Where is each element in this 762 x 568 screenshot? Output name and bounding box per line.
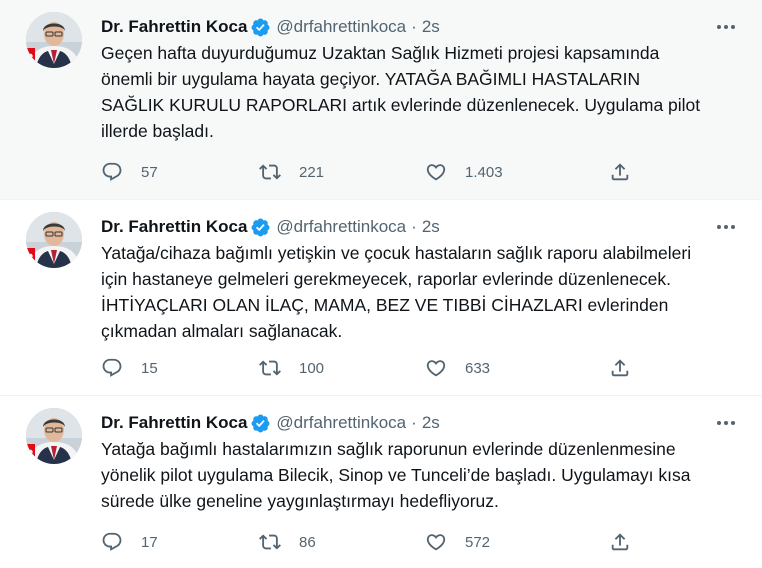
tweet-text-line: Yatağa/cihaza bağımlı yetişkin ve çocuk … [101, 243, 692, 263]
retweet-count: 86 [299, 533, 316, 551]
avatar[interactable] [26, 12, 82, 68]
share-button[interactable] [609, 159, 631, 185]
tweet-text-line: İHTİYAÇLARI OLAN İLAÇ, MAMA, BEZ VE TIBB… [101, 295, 669, 315]
like-icon [425, 357, 447, 379]
avatar[interactable] [26, 408, 82, 464]
author-name[interactable]: Dr. Fahrettin Koca [101, 16, 247, 38]
like-icon [425, 161, 447, 183]
author-handle[interactable]: @drfahrettinkoca [276, 216, 406, 238]
share-button[interactable] [609, 529, 631, 555]
verified-badge-icon [250, 413, 271, 434]
tweet-text-line: SAĞLIK KURULU RAPORLARI artık evlerinde … [101, 95, 701, 115]
reply-count: 57 [141, 163, 158, 181]
like-button[interactable]: 572 [425, 529, 490, 555]
timestamp[interactable]: 2s [422, 412, 440, 434]
tweet[interactable]: Dr. Fahrettin Koca @drfahrettinkoca · 2s… [0, 200, 762, 396]
tweet-header: Dr. Fahrettin Koca @drfahrettinkoca · 2s [101, 412, 440, 434]
verified-badge-icon [250, 217, 271, 238]
avatar[interactable] [26, 212, 82, 268]
like-icon [425, 531, 447, 553]
reply-icon [101, 531, 123, 553]
author-handle[interactable]: @drfahrettinkoca [276, 412, 406, 434]
retweet-button[interactable]: 221 [259, 159, 324, 185]
timestamp[interactable]: 2s [422, 16, 440, 38]
timestamp[interactable]: 2s [422, 216, 440, 238]
tweet-text-line: Geçen hafta duyurduğumuz Uzaktan Sağlık … [101, 43, 660, 63]
reply-count: 17 [141, 533, 158, 551]
reply-button[interactable]: 15 [101, 355, 158, 381]
verified-badge-icon [250, 17, 271, 38]
share-icon [609, 531, 631, 553]
reply-icon [101, 357, 123, 379]
tweet-text-line: çıkmadan almaları sağlanacak. [101, 321, 343, 341]
tweet-header: Dr. Fahrettin Koca @drfahrettinkoca · 2s [101, 16, 440, 38]
tweet-text-line: illerde başladı. [101, 121, 214, 141]
author-name[interactable]: Dr. Fahrettin Koca [101, 412, 247, 434]
tweet[interactable]: Dr. Fahrettin Koca @drfahrettinkoca · 2s… [0, 0, 762, 200]
retweet-button[interactable]: 86 [259, 529, 316, 555]
more-options-icon[interactable] [714, 414, 738, 432]
like-count: 1.403 [465, 163, 503, 181]
share-icon [609, 161, 631, 183]
action-bar: 15 100 633 [101, 355, 641, 381]
reply-button[interactable]: 17 [101, 529, 158, 555]
tweet-text-line: önemli bir uygulama hayata geçiyor. YATA… [101, 69, 641, 89]
tweet-text: Geçen hafta duyurduğumuz Uzaktan Sağlık … [101, 40, 741, 144]
reply-button[interactable]: 57 [101, 159, 158, 185]
separator: · [411, 217, 417, 236]
tweet-text-line: için hastaneye gelmeleri gerekmeyecek, r… [101, 269, 672, 289]
tweet-header: Dr. Fahrettin Koca @drfahrettinkoca · 2s [101, 216, 440, 238]
more-options-icon[interactable] [714, 218, 738, 236]
author-name[interactable]: Dr. Fahrettin Koca [101, 216, 247, 238]
like-button[interactable]: 633 [425, 355, 490, 381]
like-count: 633 [465, 359, 491, 377]
like-count: 572 [465, 533, 491, 551]
author-handle[interactable]: @drfahrettinkoca [276, 16, 406, 38]
tweet-text-line: yönelik pilot uygulama Bilecik, Sinop ve… [101, 465, 691, 485]
tweet-text: Yatağa bağımlı hastalarımızın sağlık rap… [101, 436, 741, 514]
more-options-icon[interactable] [714, 18, 738, 36]
tweet-text-line: Yatağa bağımlı hastalarımızın sağlık rap… [101, 439, 676, 459]
retweet-icon [259, 531, 281, 553]
separator: · [411, 17, 417, 36]
separator: · [411, 413, 417, 432]
tweet-text: Yatağa/cihaza bağımlı yetişkin ve çocuk … [101, 240, 741, 344]
tweet[interactable]: Dr. Fahrettin Koca @drfahrettinkoca · 2s… [0, 396, 762, 568]
reply-count: 15 [141, 359, 158, 377]
retweet-icon [259, 161, 281, 183]
action-bar: 17 86 572 [101, 529, 641, 555]
reply-icon [101, 161, 123, 183]
retweet-count: 221 [299, 163, 325, 181]
like-button[interactable]: 1.403 [425, 159, 503, 185]
tweet-text-line: sürede ülke geneline yaygınlaştırmayı he… [101, 491, 499, 511]
retweet-button[interactable]: 100 [259, 355, 324, 381]
action-bar: 57 221 1.403 [101, 159, 641, 185]
share-button[interactable] [609, 355, 631, 381]
retweet-icon [259, 357, 281, 379]
retweet-count: 100 [299, 359, 325, 377]
share-icon [609, 357, 631, 379]
